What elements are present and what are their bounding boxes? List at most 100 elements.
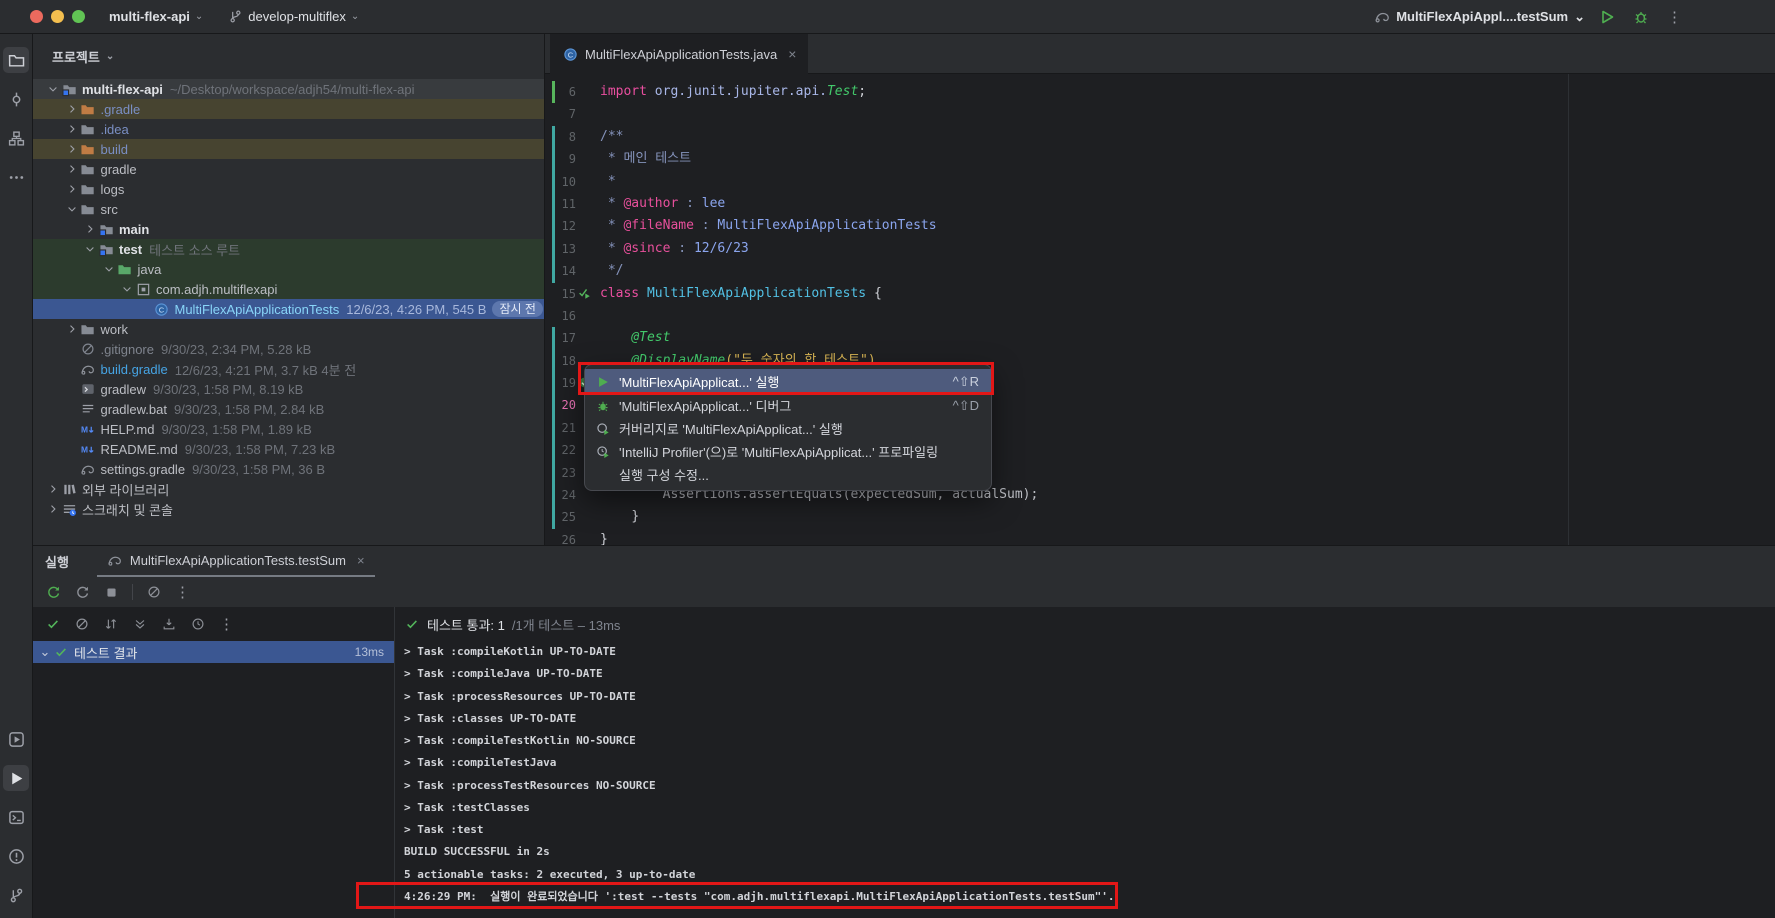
batch-icon bbox=[80, 401, 96, 417]
strip-problems-icon[interactable] bbox=[3, 843, 29, 869]
menu-item-3[interactable]: 커버리지로 'MultiFlexApiApplicat...' 실행 bbox=[585, 417, 991, 440]
tree-item-외부 라이브러리[interactable]: 외부 라이브러리 bbox=[33, 479, 544, 499]
code-line-15[interactable]: 15class MultiFlexApiApplicationTests { bbox=[545, 283, 1775, 305]
console-output[interactable]: > Task :compileKotlin UP-TO-DATE> Task :… bbox=[395, 641, 1775, 908]
no-entry-icon[interactable] bbox=[146, 584, 162, 600]
tree-item-src[interactable]: src bbox=[33, 199, 544, 219]
code-line-7[interactable]: 7 bbox=[545, 103, 1775, 125]
tree-item-settings.gradle[interactable]: settings.gradle9/30/23, 1:58 PM, 36 B bbox=[33, 459, 544, 479]
close-icon[interactable]: × bbox=[357, 553, 365, 568]
tree-item-.gradle[interactable]: .gradle bbox=[33, 99, 544, 119]
code-text: * @fileName : MultiFlexApiApplicationTes… bbox=[600, 215, 937, 237]
tree-item-work[interactable]: work bbox=[33, 319, 544, 339]
code-line-16[interactable]: 16 bbox=[545, 305, 1775, 327]
tree-item-.gitignore[interactable]: .gitignore9/30/23, 2:34 PM, 5.28 kB bbox=[33, 339, 544, 359]
tree-item-label: multi-flex-api bbox=[82, 82, 163, 97]
chevron-down-icon: ⌄ bbox=[351, 11, 359, 22]
minimize-button[interactable] bbox=[51, 10, 64, 23]
import-icon[interactable] bbox=[161, 616, 177, 632]
tool-window-strip bbox=[0, 34, 33, 918]
tree-item-스크래치 및 콘솔[interactable]: 스크래치 및 콘솔 bbox=[33, 499, 544, 519]
rerun-icon[interactable] bbox=[45, 584, 61, 600]
console-line-highlighted: 4:26:29 PM: 실행이 완료되었습니다 ':test --tests "… bbox=[404, 886, 1775, 908]
debug-button[interactable] bbox=[1629, 5, 1653, 29]
toolbar-divider bbox=[132, 584, 133, 600]
menu-item-1[interactable]: 'MultiFlexApiApplicat...' 실행^⇧R bbox=[585, 369, 991, 394]
project-panel-header[interactable]: 프로젝트 ⌄ bbox=[33, 34, 544, 78]
svg-text:M: M bbox=[81, 444, 88, 454]
tree-item-gradlew[interactable]: gradlew9/30/23, 1:58 PM, 8.19 kB bbox=[33, 379, 544, 399]
line-number: 26 bbox=[545, 529, 576, 545]
menu-item-4[interactable]: 'IntelliJ Profiler'(으)로 'MultiFlexApiApp… bbox=[585, 440, 991, 463]
line-number: 7 bbox=[545, 103, 576, 125]
sort-icon[interactable] bbox=[103, 616, 119, 632]
rerun-failed-icon[interactable] bbox=[74, 584, 90, 600]
strip-more-horizontal-icon[interactable] bbox=[3, 164, 29, 190]
tree-item-build.gradle[interactable]: build.gradle12/6/23, 4:21 PM, 3.7 kB 4분 … bbox=[33, 359, 544, 379]
code-line-17[interactable]: 17 @Test bbox=[545, 327, 1775, 349]
strip-structure-icon[interactable] bbox=[3, 125, 29, 151]
tree-item-main[interactable]: main bbox=[33, 219, 544, 239]
run-check-gutter-icon[interactable] bbox=[578, 287, 591, 304]
menu-item-2[interactable]: 'MultiFlexApiApplicat...' 디버그^⇧D bbox=[585, 394, 991, 417]
coverage-icon bbox=[595, 421, 611, 437]
close-button[interactable] bbox=[30, 10, 43, 23]
code-line-13[interactable]: 13 * @since : 12/6/23 bbox=[545, 238, 1775, 260]
tree-item-logs[interactable]: logs bbox=[33, 179, 544, 199]
tree-item-HELP.md[interactable]: MHELP.md9/30/23, 1:58 PM, 1.89 kB bbox=[33, 419, 544, 439]
code-line-25[interactable]: 25 } bbox=[545, 506, 1775, 528]
no-entry-icon[interactable] bbox=[74, 616, 90, 632]
tree-item-multi-flex-api[interactable]: multi-flex-api~/Desktop/workspace/adjh54… bbox=[33, 79, 544, 99]
stop-icon[interactable] bbox=[103, 584, 119, 600]
code-line-14[interactable]: 14 */ bbox=[545, 260, 1775, 282]
menu-item-5[interactable]: 실행 구성 수정... bbox=[585, 463, 991, 486]
editor-tab-label: MultiFlexApiApplicationTests.java bbox=[585, 47, 777, 62]
strip-terminal-icon[interactable] bbox=[3, 804, 29, 830]
strip-project-folder-icon[interactable] bbox=[3, 47, 29, 73]
editor-tab[interactable]: C MultiFlexApiApplicationTests.java × bbox=[550, 34, 808, 74]
zoom-button[interactable] bbox=[72, 10, 85, 23]
code-line-8[interactable]: 8/** bbox=[545, 126, 1775, 148]
code-line-12[interactable]: 12 * @fileName : MultiFlexApiApplication… bbox=[545, 215, 1775, 237]
tree-item-README.md[interactable]: MREADME.md9/30/23, 1:58 PM, 7.23 kB bbox=[33, 439, 544, 459]
more-vertical-icon[interactable]: ⋮ bbox=[175, 584, 191, 600]
line-number: 24 bbox=[545, 484, 576, 506]
code-line-9[interactable]: 9 * 메인 테스트 bbox=[545, 148, 1775, 170]
strip-services-icon[interactable] bbox=[3, 726, 29, 752]
history-icon[interactable] bbox=[190, 616, 206, 632]
project-widget[interactable]: multi-flex-api ⌄ bbox=[109, 9, 203, 24]
run-button[interactable] bbox=[1595, 5, 1619, 29]
run-config-selector[interactable]: MultiFlexApiAppl....testSum ⌄ bbox=[1374, 9, 1585, 25]
line-number: 6 bbox=[545, 81, 576, 103]
code-line-11[interactable]: 11 * @author : lee bbox=[545, 193, 1775, 215]
tree-item-gradlew.bat[interactable]: gradlew.bat9/30/23, 1:58 PM, 2.84 kB bbox=[33, 399, 544, 419]
tree-item-java[interactable]: java bbox=[33, 259, 544, 279]
more-vertical-icon[interactable]: ⋮ bbox=[1663, 5, 1687, 29]
chevron-down-icon bbox=[45, 83, 61, 95]
code-text: } bbox=[600, 529, 608, 545]
editor-tab-bar: C MultiFlexApiApplicationTests.java × bbox=[545, 34, 1775, 74]
code-line-10[interactable]: 10 * bbox=[545, 171, 1775, 193]
tree-item-com.adjh.multiflexapi[interactable]: com.adjh.multiflexapi bbox=[33, 279, 544, 299]
line-number: 10 bbox=[545, 171, 576, 193]
check-icon[interactable] bbox=[45, 616, 61, 632]
tree-item-MultiFlexApiApplicationTests[interactable]: CMultiFlexApiApplicationTests12/6/23, 4:… bbox=[33, 299, 544, 319]
code-line-26[interactable]: 26} bbox=[545, 529, 1775, 545]
code-line-6[interactable]: 6import org.junit.jupiter.api.Test; bbox=[545, 81, 1775, 103]
tree-item-label: 외부 라이브러리 bbox=[82, 480, 169, 499]
tree-item-build[interactable]: build bbox=[33, 139, 544, 159]
strip-run-strip-icon[interactable] bbox=[3, 765, 29, 791]
line-number: 12 bbox=[545, 215, 576, 237]
tree-item-test[interactable]: test테스트 소스 루트 bbox=[33, 239, 544, 259]
more-vertical-icon[interactable]: ⋮ bbox=[219, 616, 235, 632]
branch-widget[interactable]: develop-multiflex ⌄ bbox=[227, 9, 359, 25]
run-tab[interactable]: MultiFlexApiApplicationTests.testSum × bbox=[97, 546, 375, 577]
strip-commit-icon[interactable] bbox=[3, 86, 29, 112]
test-results-row[interactable]: ⌄ 테스트 결과 13ms bbox=[33, 641, 394, 663]
tree-item-.idea[interactable]: .idea bbox=[33, 119, 544, 139]
tree-item-gradle[interactable]: gradle bbox=[33, 159, 544, 179]
tree-item-annotation: 9/30/23, 1:58 PM, 2.84 kB bbox=[174, 402, 324, 417]
expand-icon[interactable] bbox=[132, 616, 148, 632]
close-icon[interactable]: × bbox=[788, 46, 796, 62]
strip-git-branch-icon[interactable] bbox=[3, 882, 29, 908]
